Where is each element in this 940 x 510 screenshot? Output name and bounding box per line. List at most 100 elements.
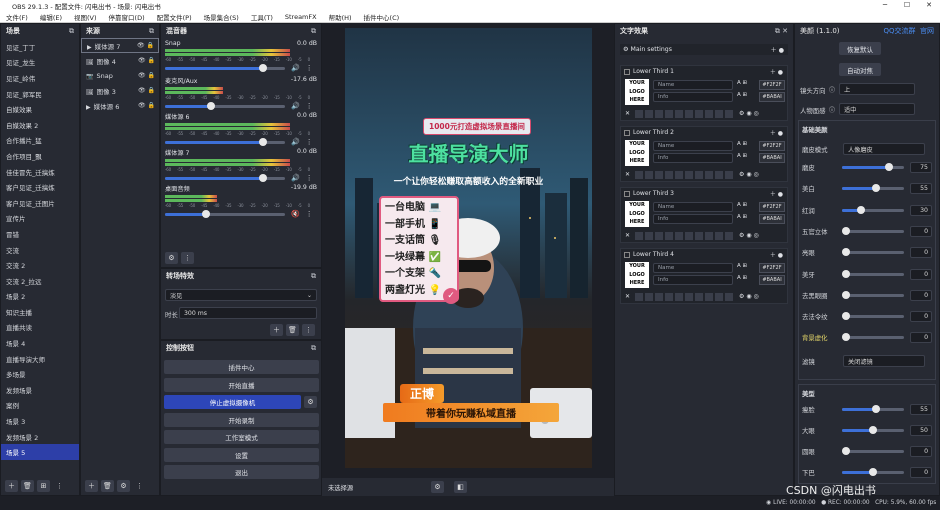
style-toggle[interactable] <box>665 293 674 301</box>
slider-knob[interactable] <box>869 468 877 476</box>
scene-item[interactable]: 知识主播 <box>1 304 79 320</box>
volume-slider[interactable] <box>165 63 285 72</box>
more-options-icon[interactable]: ⋮ <box>306 64 313 72</box>
close-icon[interactable]: ✕ <box>625 171 630 179</box>
text-format-icon[interactable]: A ⊞ <box>737 80 747 86</box>
eye-icon[interactable]: 👁 <box>138 87 148 94</box>
text-format-icon[interactable]: A ⊞ <box>737 214 747 220</box>
text-format-icon[interactable]: A ⊞ <box>737 92 747 98</box>
style-toggle[interactable] <box>725 232 734 240</box>
control-button[interactable]: 工作室模式 <box>164 430 319 444</box>
volume-slider[interactable] <box>165 137 285 146</box>
style-toggle[interactable] <box>655 110 664 118</box>
scene-item[interactable]: 合作播片_猛 <box>1 133 79 149</box>
scene-item[interactable]: 发频场景 <box>1 382 79 398</box>
volume-slider[interactable] <box>165 101 285 110</box>
control-button[interactable]: 停止虚拟摄像机 <box>164 395 301 409</box>
slider-value-input[interactable]: 0 <box>910 268 932 280</box>
style-toggle[interactable] <box>675 293 684 301</box>
scene-item[interactable]: 合作项目_飘 <box>1 148 79 164</box>
text-format-icon[interactable]: A ⊞ <box>737 263 747 269</box>
speaker-icon[interactable]: 🔊 <box>291 102 300 110</box>
name-input[interactable]: Name <box>653 202 733 212</box>
info-input[interactable]: Info <box>653 92 733 102</box>
style-toggle[interactable] <box>705 293 714 301</box>
source-item[interactable]: 🖼 图像 3 👁 🔒 <box>81 83 159 98</box>
add-circle-icon[interactable]: ＋ ● <box>770 128 783 137</box>
style-toggle[interactable] <box>645 232 654 240</box>
minimize-button[interactable]: ─ <box>874 0 896 11</box>
color-swatch[interactable]: #F2F2F <box>759 80 785 90</box>
slider-value-input[interactable]: 0 <box>910 247 932 259</box>
scene-item[interactable]: 宣传片 <box>1 211 79 227</box>
speaker-muted-icon[interactable]: 🔇 <box>291 210 300 218</box>
slider-value-input[interactable]: 55 <box>910 404 932 415</box>
source-properties-icon[interactable]: ⚙ <box>431 481 444 493</box>
style-toggle[interactable] <box>665 110 674 118</box>
slider-value-input[interactable]: 0 <box>910 225 932 237</box>
more-options-icon[interactable]: ⋮ <box>302 324 315 336</box>
scene-item[interactable]: 直播导演大师 <box>1 351 79 367</box>
lock-icon[interactable]: 🔒 <box>148 87 155 94</box>
style-toggle[interactable] <box>645 171 654 179</box>
undock-icon[interactable]: ⧉ <box>311 272 316 281</box>
eye-icon[interactable]: 👁 <box>137 42 147 49</box>
info-input[interactable]: Info <box>653 153 733 163</box>
close-icon[interactable]: ✕ <box>625 293 630 301</box>
scene-item[interactable]: 场景 5 <box>1 444 79 461</box>
style-toggle[interactable] <box>725 110 734 118</box>
beauty-slider[interactable] <box>842 468 904 476</box>
scene-item[interactable]: 客户见证_迁搞炼 <box>1 179 79 195</box>
more-options-icon[interactable]: ⋮ <box>306 210 313 218</box>
style-toggle[interactable] <box>725 293 734 301</box>
source-item[interactable]: 🖼 图像 4 👁 🔒 <box>81 53 159 68</box>
volume-knob[interactable] <box>259 173 268 182</box>
menu-item[interactable]: 场景集合(S) <box>198 12 245 22</box>
style-toggle[interactable] <box>695 232 704 240</box>
menu-item[interactable]: 插件中心(C) <box>358 12 406 22</box>
scene-item[interactable]: 多场景 <box>1 366 79 382</box>
scene-item[interactable]: 场景 4 <box>1 335 79 351</box>
close-button[interactable]: ✕ <box>918 0 940 11</box>
style-toggle[interactable] <box>685 232 694 240</box>
style-toggle[interactable] <box>655 293 664 301</box>
slider-knob[interactable] <box>884 163 893 171</box>
style-toggle[interactable] <box>725 171 734 179</box>
settings-icon[interactable]: ⚙ ◉ ◎ <box>739 232 759 240</box>
maximize-button[interactable]: ☐ <box>896 0 918 11</box>
color-swatch[interactable]: #F2F2F <box>759 263 785 273</box>
settings-icon[interactable]: ⚙ ◉ ◎ <box>739 110 759 118</box>
slider-knob[interactable] <box>856 205 865 214</box>
style-toggle[interactable] <box>655 171 664 179</box>
slider-knob[interactable] <box>842 333 850 342</box>
style-toggle[interactable] <box>715 171 724 179</box>
menu-item[interactable]: 配置文件(P) <box>151 12 198 22</box>
style-toggle[interactable] <box>685 171 694 179</box>
menu-item[interactable]: 帮助(H) <box>323 12 358 22</box>
close-icon[interactable]: ✕ <box>625 232 630 240</box>
beauty-slider[interactable] <box>842 184 904 193</box>
slider-knob[interactable] <box>872 405 881 413</box>
style-toggle[interactable] <box>675 171 684 179</box>
checkbox[interactable] <box>624 190 630 197</box>
add-circle-icon[interactable]: ＋ ● <box>770 189 783 198</box>
settings-icon[interactable]: ⚙ ◉ ◎ <box>739 171 759 179</box>
color-swatch[interactable]: #BABAI <box>759 214 785 224</box>
remove-scene-button[interactable]: 🗑 <box>21 480 34 492</box>
beauty-slider[interactable] <box>842 312 904 321</box>
menu-item[interactable]: 工具(T) <box>245 12 279 22</box>
beauty-slider[interactable] <box>842 290 904 299</box>
scene-item[interactable]: 见证_岭伟 <box>1 70 79 86</box>
undock-icon[interactable]: ⧉ <box>311 27 316 36</box>
checkbox[interactable] <box>624 251 630 258</box>
scene-item[interactable]: 冒错 <box>1 226 79 242</box>
slider-knob[interactable] <box>842 447 850 455</box>
style-toggle[interactable] <box>635 293 644 301</box>
lock-icon[interactable]: 🔒 <box>148 102 155 109</box>
menu-item[interactable]: 停靠窗口(D) <box>103 12 151 22</box>
style-toggle[interactable] <box>645 110 654 118</box>
add-circle-icon[interactable]: ＋ ● <box>770 45 784 54</box>
smooth-mode-select[interactable]: 人像磨皮 <box>843 143 925 155</box>
add-transition-button[interactable]: ＋ <box>270 324 283 336</box>
name-input[interactable]: Name <box>653 263 733 273</box>
